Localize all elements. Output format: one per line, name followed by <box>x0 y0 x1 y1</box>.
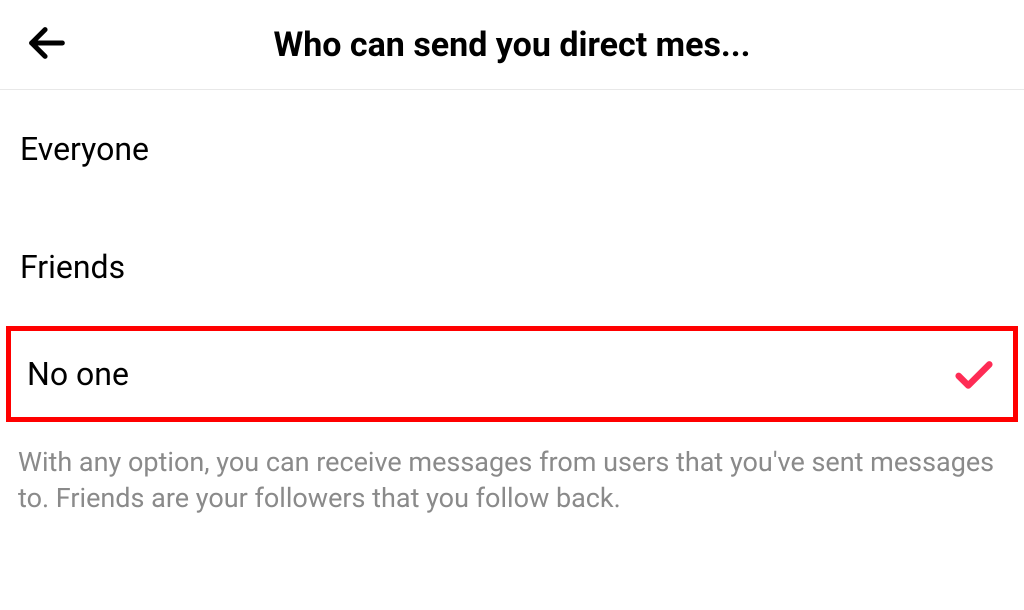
option-friends[interactable]: Friends <box>0 208 1024 326</box>
arrow-left-icon <box>24 20 70 69</box>
option-label: No one <box>27 355 129 393</box>
page-title: Who can send you direct mes... <box>162 25 862 65</box>
header-bar: Who can send you direct mes... <box>0 0 1024 90</box>
option-everyone[interactable]: Everyone <box>0 90 1024 208</box>
option-label: Friends <box>20 248 125 286</box>
back-button[interactable] <box>24 20 70 69</box>
check-icon <box>951 351 997 397</box>
options-list: Everyone Friends No one <box>0 90 1024 422</box>
option-label: Everyone <box>20 130 149 168</box>
option-no-one[interactable]: No one <box>6 326 1018 422</box>
helper-text: With any option, you can receive message… <box>0 422 1024 539</box>
